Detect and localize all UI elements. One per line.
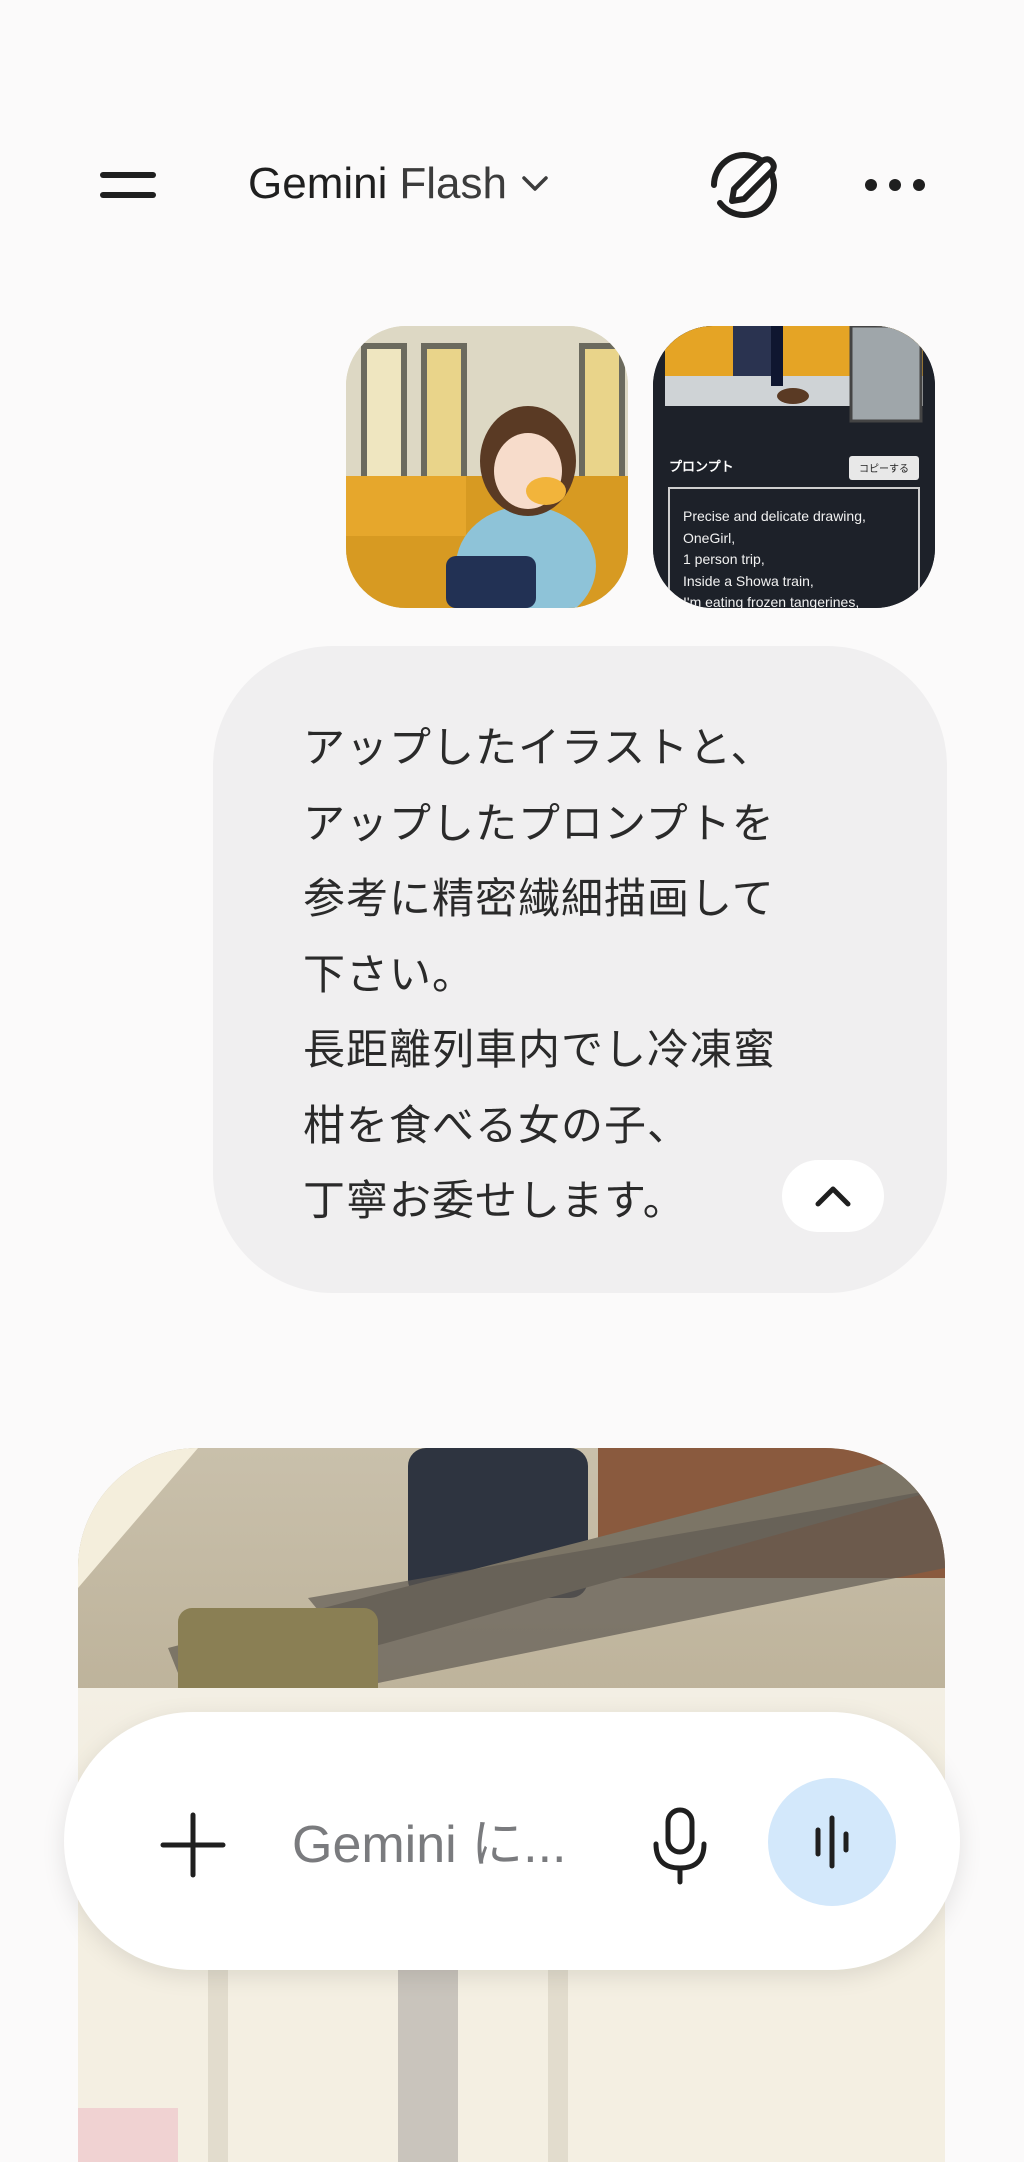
model-selector[interactable]: Gemini Flash — [248, 150, 549, 218]
chevron-up-icon — [815, 1186, 851, 1207]
microphone-icon — [653, 1807, 707, 1885]
prompt-input[interactable] — [292, 1805, 622, 1885]
prompt-line: OneGirl, — [683, 529, 736, 546]
prompt-line: 1 person trip, — [683, 551, 765, 567]
microphone-button[interactable] — [640, 1800, 720, 1890]
prompt-line: Inside a Showa train, — [683, 572, 814, 589]
more-horizontal-icon — [865, 179, 925, 191]
more-options-button[interactable] — [860, 160, 930, 210]
prompt-line: I'm eating frozen tangerines, — [683, 594, 860, 608]
attached-illustration-thumbnail[interactable] — [346, 326, 628, 608]
live-mode-button[interactable] — [768, 1778, 896, 1906]
add-attachment-button[interactable] — [150, 1805, 236, 1885]
collapse-message-button[interactable] — [782, 1160, 884, 1232]
prompt-line: Precise and delicate drawing, — [683, 508, 866, 524]
user-message-text: アップしたイラストと、 アップしたプロンプトを 参考に精密繊細描画して 下さい。… — [303, 723, 777, 1225]
new-chat-button[interactable] — [700, 145, 790, 225]
model-brand: Gemini — [248, 159, 388, 208]
girl-eating-illustration — [346, 326, 628, 608]
live-audio-icon — [815, 1815, 849, 1869]
edit-pen-icon — [711, 152, 777, 218]
model-variant: Flash — [399, 159, 507, 208]
chevron-down-icon — [522, 176, 548, 191]
prompt-heading: プロンプト — [669, 460, 734, 475]
copy-label: コピーする — [859, 464, 909, 475]
attached-prompt-thumbnail[interactable]: プロンプト コピーする Precise and delicate drawing… — [653, 326, 935, 608]
plus-icon — [160, 1812, 226, 1878]
menu-button[interactable] — [88, 152, 172, 216]
